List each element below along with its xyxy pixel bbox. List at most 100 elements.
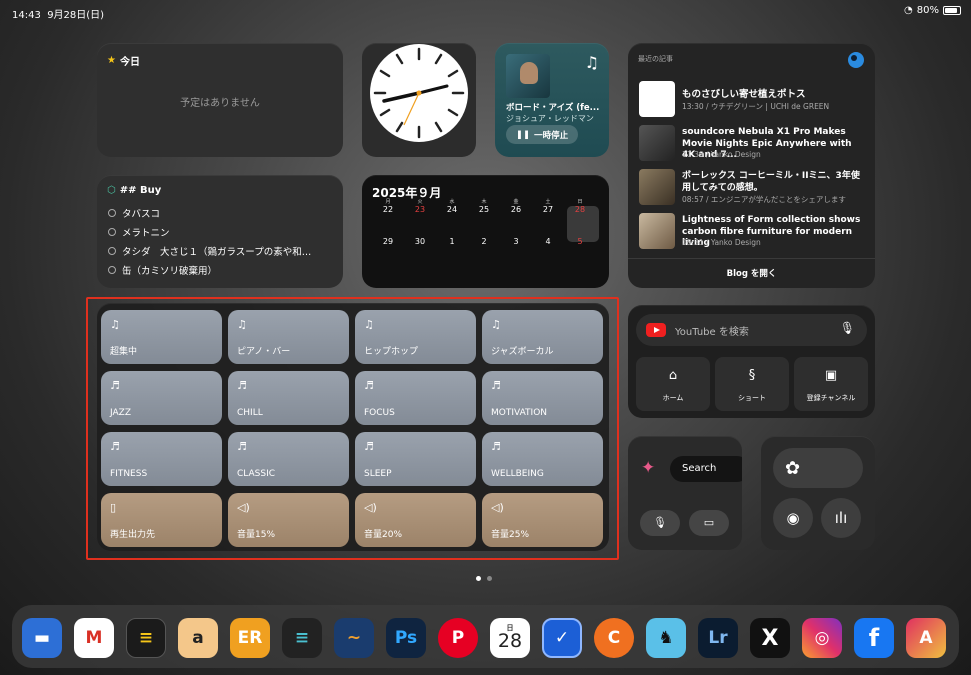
photoshop-app-icon[interactable]: Ps: [386, 618, 426, 658]
shortcuts-app-icon[interactable]: A: [906, 618, 946, 658]
shortcut-button[interactable]: ◁) 音量15%: [228, 493, 349, 547]
album-art[interactable]: [506, 54, 550, 98]
shortcut-button[interactable]: ▯ 再生出力先: [101, 493, 222, 547]
mic-icon[interactable]: 🎙: [840, 321, 855, 335]
shortcut-button[interactable]: ◁) 音量25%: [482, 493, 603, 547]
calendar-day-cell[interactable]: 月 22: [374, 199, 402, 214]
pause-button[interactable]: ❚❚ 一時停止: [506, 125, 578, 144]
checkbox-circle[interactable]: [108, 209, 116, 217]
facebook-app-icon[interactable]: f: [854, 618, 894, 658]
shortcut-button[interactable]: ♬ CLASSIC: [228, 432, 349, 486]
list-item[interactable]: タバスコ: [108, 206, 160, 220]
notes-app-icon[interactable]: ≡: [126, 618, 166, 658]
music-widget[interactable]: ♫ ボロード・アイズ (fe... ジョシュア・レッドマン ❚❚ 一時停止: [495, 43, 609, 157]
tasks-app-icon[interactable]: ✓: [542, 618, 582, 658]
calendar-day-cell[interactable]: 5: [566, 237, 594, 246]
writing-app-icon[interactable]: ≡: [282, 618, 322, 658]
kindle-app-icon[interactable]: ♞: [646, 618, 686, 658]
calendar-day-cell[interactable]: 日 28: [566, 199, 594, 214]
volume-icon: ◁): [364, 501, 377, 514]
page-dot[interactable]: [487, 576, 492, 581]
arc-search-widget[interactable]: ✦ Search 🎙 ▭: [628, 436, 742, 550]
shortcut-button[interactable]: ♫ ジャズボーカル: [482, 310, 603, 364]
instagram-app-icon[interactable]: ◎: [802, 618, 842, 658]
youtube-shorts-button[interactable]: § ショート: [715, 357, 789, 411]
music-icon: ♬: [237, 440, 247, 453]
youtube-search-bar[interactable]: YouTube を検索 🎙: [636, 314, 867, 346]
freeform-app-icon[interactable]: ~: [334, 618, 374, 658]
today-title: ★ 今日: [107, 55, 140, 68]
volume-icon: ◁): [491, 501, 504, 514]
youtube-home-button[interactable]: ⌂ ホーム: [636, 357, 710, 411]
checkbox-circle[interactable]: [108, 266, 116, 274]
shortcut-button[interactable]: ♫ ヒップホップ: [355, 310, 476, 364]
youtube-widget[interactable]: YouTube を検索 🎙 ⌂ ホーム § ショート ▣ 登録チャンネル: [628, 305, 875, 418]
today-widget[interactable]: ★ 今日 予定はありません: [97, 43, 343, 157]
shortcut-button[interactable]: ◁) 音量20%: [355, 493, 476, 547]
battery-icon: [943, 6, 961, 15]
shortcut-button[interactable]: ♫ ピアノ・バー: [228, 310, 349, 364]
calendar-day-cell[interactable]: 土 27: [534, 199, 562, 214]
youtube-search-placeholder: YouTube を検索: [675, 327, 749, 338]
chatgpt-widget[interactable]: ✿ ◉ ılı: [761, 436, 875, 550]
pinterest-app-icon[interactable]: P: [438, 618, 478, 658]
shortcut-label: CLASSIC: [237, 469, 276, 479]
shortcut-button[interactable]: ♬ FITNESS: [101, 432, 222, 486]
arc-mic-button[interactable]: 🎙: [640, 510, 680, 536]
page-dot-active[interactable]: [476, 576, 481, 581]
list-item[interactable]: メラトニン: [108, 225, 170, 239]
arc-search-field[interactable]: Search: [670, 456, 742, 482]
calendar-app-icon[interactable]: 日 28: [490, 618, 530, 658]
buy-list-widget[interactable]: ⬡ ## Buy タバスコ メラトニン タシダ 大さじ１（鶏ガラスープの素や和……: [97, 175, 343, 288]
calendar-day-cell[interactable]: 30: [406, 237, 434, 246]
calendar-day-cell[interactable]: 29: [374, 237, 402, 246]
speaker-icon: ▯: [110, 501, 117, 514]
calendar-day-cell[interactable]: 3: [502, 237, 530, 246]
article-item[interactable]: soundcore Nebula X1 Pro Makes Movie Nigh…: [639, 125, 867, 163]
calendar-day-cell[interactable]: 2: [470, 237, 498, 246]
chatgpt-voice-button[interactable]: ılı: [821, 498, 861, 538]
clock-widget[interactable]: [362, 43, 476, 157]
calendar-day-cell[interactable]: 火 23: [406, 199, 434, 214]
shortcut-label: 再生出力先: [110, 530, 156, 540]
lightroom-app-icon[interactable]: Lr: [698, 618, 738, 658]
chatgpt-open-button[interactable]: ✿: [773, 448, 863, 488]
shortcut-button[interactable]: ♬ CHILL: [228, 371, 349, 425]
books-app-icon[interactable]: ER: [230, 618, 270, 658]
article-item[interactable]: Lightness of Form collection shows carbo…: [639, 213, 867, 251]
checkbox-circle[interactable]: [108, 247, 116, 255]
calendar-day-cell[interactable]: 1: [438, 237, 466, 246]
list-item[interactable]: 缶（カミソリ破棄用）: [108, 263, 217, 277]
shortcut-button[interactable]: ♬ WELLBEING: [482, 432, 603, 486]
shortcut-button[interactable]: ♬ FOCUS: [355, 371, 476, 425]
article-item[interactable]: ボーレックス コーヒーミル・IIミニ、3年使用してみての感想。 08:57 / …: [639, 169, 867, 207]
orange-app-icon[interactable]: C: [594, 618, 634, 658]
article-item[interactable]: ものさびしい寄せ植えポトス 13:30 / ウチデグリーン | UCHI de …: [639, 81, 867, 119]
calendar-day-cell[interactable]: 金 26: [502, 199, 530, 214]
youtube-subscriptions-button[interactable]: ▣ 登録チャンネル: [794, 357, 868, 411]
checkbox-circle[interactable]: [108, 228, 116, 236]
calendar-day-number: 29: [382, 237, 394, 246]
files-app-icon[interactable]: ▬: [22, 618, 62, 658]
page-indicator[interactable]: [476, 576, 492, 581]
shortcut-button[interactable]: ♫ 超集中: [101, 310, 222, 364]
calendar-day-cell[interactable]: 木 25: [470, 199, 498, 214]
tile-label: ホーム: [662, 394, 684, 402]
calendar-day-cell[interactable]: 4: [534, 237, 562, 246]
calendar-day-number: 28: [574, 205, 586, 214]
shortcut-button[interactable]: ♬ JAZZ: [101, 371, 222, 425]
chatgpt-camera-button[interactable]: ◉: [773, 498, 813, 538]
blog-widget[interactable]: 最近の記事 ものさびしい寄せ植えポトス 13:30 / ウチデグリーン | UC…: [628, 43, 875, 288]
star-icon: ★: [107, 55, 116, 66]
shortcut-button[interactable]: ♬ SLEEP: [355, 432, 476, 486]
open-blog-button[interactable]: Blog を開く: [628, 258, 875, 288]
arc-display-button[interactable]: ▭: [689, 510, 729, 536]
calendar-day-cell[interactable]: 水 24: [438, 199, 466, 214]
amazon-app-icon[interactable]: a: [178, 618, 218, 658]
x-app-icon[interactable]: X: [750, 618, 790, 658]
calendar-widget[interactable]: 2025年９月 月 22 火 23 水 24 木 25 金 26 土 27 日 28 29 30 1 2 3 4 5: [362, 175, 609, 288]
music-icon: ♫: [491, 318, 501, 331]
list-item[interactable]: タシダ 大さじ１（鶏ガラスープの素や和…: [108, 244, 311, 258]
shortcut-button[interactable]: ♬ MOTIVATION: [482, 371, 603, 425]
gmail-app-icon[interactable]: M: [74, 618, 114, 658]
